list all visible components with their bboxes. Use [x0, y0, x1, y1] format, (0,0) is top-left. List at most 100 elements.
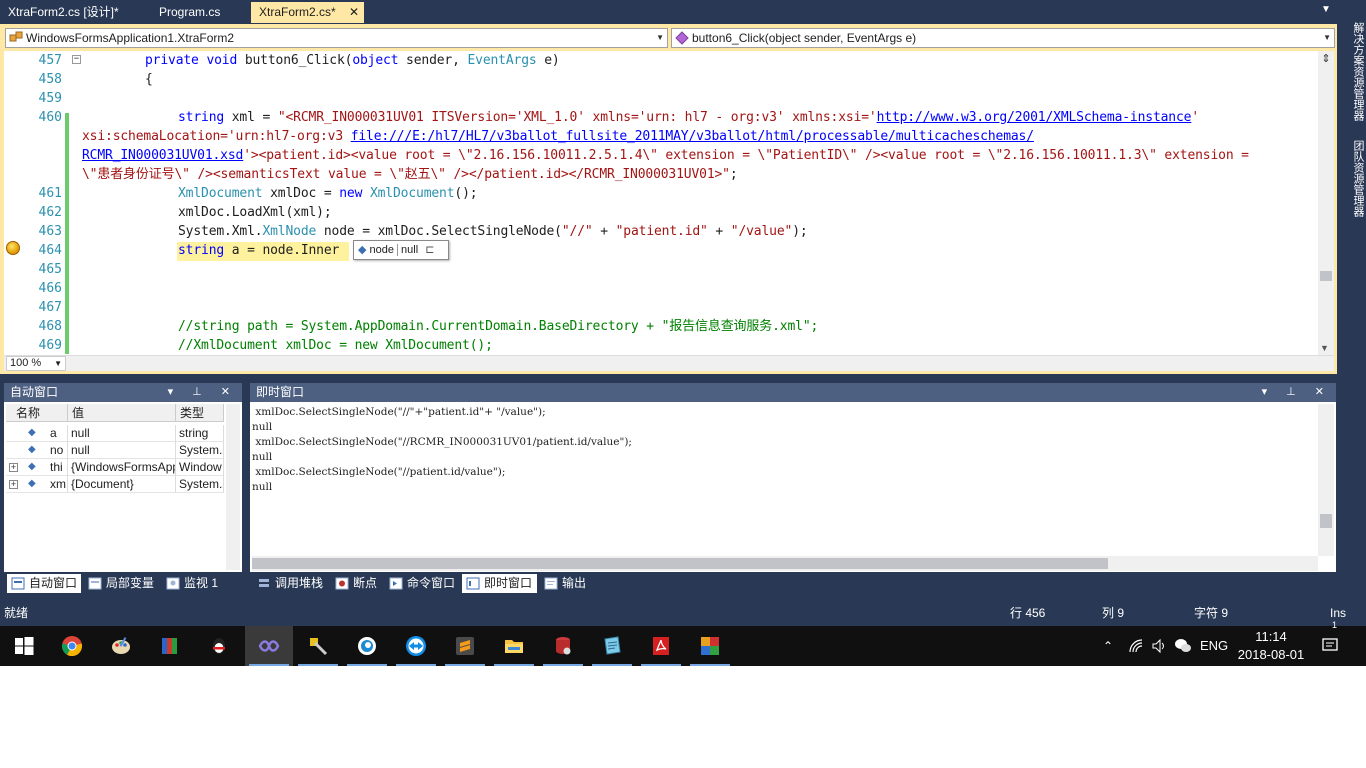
- autos-window-title: 自动窗口 ▾ ⊥ ✕: [4, 383, 242, 402]
- scroll-down-icon[interactable]: ▼: [1320, 343, 1329, 353]
- tab-breakpoints[interactable]: 断点: [331, 574, 383, 593]
- autos-row-value[interactable]: null: [68, 425, 176, 442]
- variable-icon: ◆: [28, 444, 36, 455]
- taskbar-database[interactable]: [539, 626, 587, 666]
- autos-row[interactable]: ◆ a null string: [6, 425, 224, 442]
- tab-xtraform2-cs[interactable]: XtraForm2.cs* ✕: [251, 2, 364, 23]
- line-number: 457: [38, 53, 62, 68]
- member-dropdown[interactable]: button6_Click(object sender, EventArgs e…: [671, 28, 1335, 48]
- taskbar-qq[interactable]: [195, 626, 243, 666]
- tab-solution-explorer[interactable]: 解决方案资源管理器: [1347, 22, 1364, 121]
- scrollbar-thumb[interactable]: [252, 558, 1108, 569]
- window-controls[interactable]: ▾ ⊥ ✕: [168, 383, 238, 402]
- close-tab-icon[interactable]: ✕: [349, 2, 359, 22]
- tray-chevron-up-icon[interactable]: ⌃: [1103, 626, 1113, 666]
- pin-icon[interactable]: ◆: [358, 244, 366, 256]
- taskbar-archive[interactable]: [146, 626, 194, 666]
- autos-row-type: System.X: [176, 476, 224, 493]
- autos-row-name: thi: [38, 459, 68, 476]
- tab-autos[interactable]: 自动窗口: [7, 574, 81, 593]
- immediate-line: xmlDoc.SelectSingleNode("//RCMR_IN000031…: [252, 436, 632, 448]
- code-line-458: {: [145, 72, 153, 87]
- expand-icon[interactable]: +: [9, 480, 18, 489]
- taskbar-paint[interactable]: [97, 626, 145, 666]
- sublime-icon: [456, 637, 474, 655]
- taskbar-tool[interactable]: [294, 626, 342, 666]
- line-number: 467: [38, 300, 62, 315]
- immediate-horizontal-scrollbar[interactable]: [252, 556, 1318, 571]
- autos-row[interactable]: + ◆ thi {WindowsFormsApp Window: [6, 459, 224, 476]
- action-center[interactable]: 1: [1320, 620, 1342, 666]
- network-icon[interactable]: [1128, 638, 1144, 654]
- chrome-icon: [61, 636, 83, 657]
- class-dropdown[interactable]: WindowsFormsApplication1.XtraForm2 ▼: [5, 28, 668, 48]
- tab-command-window[interactable]: 命令窗口: [385, 574, 460, 593]
- autos-window: 自动窗口 ▾ ⊥ ✕ 名称 值 类型 ◆ a null string ◆ no n…: [4, 383, 242, 572]
- taskbar-chrome[interactable]: [48, 626, 96, 666]
- tab-label: 局部变量: [106, 576, 155, 590]
- immediate-window-title: 即时窗口 ▾ ⊥ ✕: [250, 383, 1336, 402]
- taskbar-file-explorer[interactable]: [490, 626, 538, 666]
- taskbar-office[interactable]: [686, 626, 734, 666]
- immediate-line: null: [252, 421, 273, 433]
- datatip-node[interactable]: ◆ node null ⊏: [353, 240, 449, 260]
- tab-call-stack[interactable]: 调用堆栈: [253, 574, 329, 593]
- split-icon[interactable]: ⇕: [1320, 53, 1332, 65]
- datatip-value[interactable]: null: [401, 244, 418, 256]
- taskbar-visual-studio[interactable]: [245, 626, 293, 666]
- taskbar-pdf-reader[interactable]: [637, 626, 685, 666]
- volume-icon[interactable]: [1151, 638, 1167, 654]
- taskbar-teamviewer[interactable]: [392, 626, 440, 666]
- immediate-window-icon: [466, 577, 480, 590]
- wechat-icon[interactable]: [1174, 637, 1192, 655]
- autos-vertical-scrollbar[interactable]: [226, 404, 240, 570]
- immediate-text-area[interactable]: xmlDoc.SelectSingleNode("//"+"patient.id…: [252, 405, 1316, 555]
- tab-team-explorer[interactable]: 团队资源管理器: [1347, 140, 1364, 217]
- autos-row[interactable]: ◆ no null System.X: [6, 442, 224, 459]
- taskbar-browser[interactable]: [343, 626, 391, 666]
- column-header-type[interactable]: 类型: [176, 404, 224, 422]
- tab-immediate-window[interactable]: 即时窗口: [462, 574, 537, 593]
- immediate-vertical-scrollbar[interactable]: [1318, 404, 1334, 556]
- code-editor[interactable]: − 457 458 459 460 461 462 463 464 465 46…: [4, 51, 1334, 355]
- status-column: 列 9: [1102, 606, 1125, 620]
- clock[interactable]: 11:14 2018-08-01: [1236, 626, 1306, 666]
- tab-xtraform2-designer[interactable]: XtraForm2.cs [设计]*: [0, 2, 150, 23]
- scrollbar-thumb[interactable]: [1320, 271, 1332, 281]
- tab-program-cs[interactable]: Program.cs: [151, 2, 245, 23]
- autos-row[interactable]: + ◆ xm {Document} System.X: [6, 476, 224, 493]
- immediate-line: null: [252, 481, 273, 493]
- notepad-icon: [604, 636, 621, 655]
- immediate-line: xmlDoc.SelectSingleNode("//patient.id/va…: [252, 466, 506, 478]
- visual-studio-icon: [258, 640, 280, 652]
- tab-label: 监视 1: [184, 576, 219, 590]
- code-line-469: //XmlDocument xmlDoc = new XmlDocument()…: [178, 338, 493, 353]
- pin-datatip-icon[interactable]: ⊏: [425, 244, 434, 256]
- tab-output[interactable]: 输出: [540, 574, 590, 593]
- collapse-icon[interactable]: −: [72, 55, 81, 64]
- column-header-value[interactable]: 值: [68, 404, 176, 422]
- autos-row-value[interactable]: null: [68, 442, 176, 459]
- start-button[interactable]: [0, 626, 48, 666]
- expand-icon[interactable]: +: [9, 463, 18, 472]
- datatip-divider: [397, 244, 399, 257]
- status-line: 行 456: [1010, 606, 1046, 620]
- zoom-dropdown[interactable]: 100 % ▼: [6, 356, 66, 371]
- autos-row-value[interactable]: {Document}: [68, 476, 176, 493]
- datatip-name: node: [369, 244, 395, 256]
- taskbar-sublime[interactable]: [441, 626, 489, 666]
- chevron-down-icon: ▼: [1323, 33, 1331, 42]
- window-controls[interactable]: ▾ ⊥ ✕: [1262, 383, 1332, 402]
- scrollbar-thumb[interactable]: [1320, 514, 1332, 528]
- teamviewer-icon: [406, 636, 426, 656]
- tab-overflow-icon[interactable]: ▼: [1316, 4, 1336, 15]
- autos-row-value[interactable]: {WindowsFormsApp: [68, 459, 176, 476]
- tab-watch-1[interactable]: 监视 1: [162, 574, 228, 593]
- autos-row-type: string: [176, 425, 224, 442]
- taskbar-notepad[interactable]: [588, 626, 636, 666]
- code-line-462: xmlDoc.LoadXml(xml);: [178, 205, 332, 220]
- column-header-name[interactable]: 名称: [6, 404, 68, 422]
- tab-locals[interactable]: 局部变量: [84, 574, 162, 593]
- editor-vertical-scrollbar[interactable]: ⇕ ▼: [1318, 51, 1334, 355]
- input-language[interactable]: ENG: [1200, 626, 1228, 666]
